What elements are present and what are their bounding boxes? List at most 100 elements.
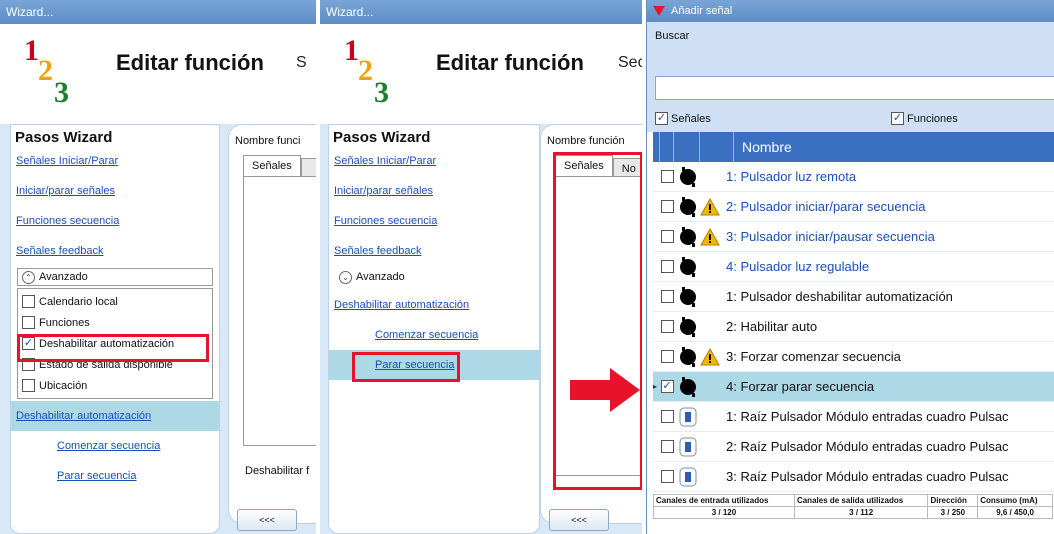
checkbox[interactable] xyxy=(660,230,674,243)
stat-header: Consumo (mA) xyxy=(977,494,1053,507)
step-link-start-sequence[interactable]: Comenzar secuencia xyxy=(329,320,539,350)
search-input[interactable] xyxy=(655,76,1054,100)
table-row[interactable]: 1: Raíz Pulsador Módulo entradas cuadro … xyxy=(653,402,1054,432)
checkbox[interactable] xyxy=(660,320,674,333)
signals-list xyxy=(243,176,316,446)
table-row[interactable]: 3: Pulsador iniciar/pausar secuencia xyxy=(653,222,1054,252)
page-title: Editar función xyxy=(116,50,264,75)
checkbox-checked[interactable]: ✓ xyxy=(660,380,674,393)
row-checkbox-cell[interactable] xyxy=(660,470,674,483)
back-button[interactable]: <<< xyxy=(549,509,609,531)
filter-label: Funciones xyxy=(907,112,958,125)
advanced-toggle[interactable]: ⌃ Avanzado xyxy=(17,268,213,286)
table-row[interactable]: 4: Pulsador luz regulable xyxy=(653,252,1054,282)
back-button[interactable]: <<< xyxy=(237,509,297,531)
step-link-start-stop-signals[interactable]: Señales Iniciar/Parar xyxy=(329,146,539,176)
table-row[interactable]: 1: Pulsador deshabilitar automatización xyxy=(653,282,1054,312)
stat-value: 3 / 120 xyxy=(653,506,795,519)
warning-placeholder xyxy=(700,407,720,427)
row-checkbox-cell[interactable] xyxy=(660,260,674,273)
warning-icon xyxy=(700,227,720,245)
row-checkbox-cell[interactable] xyxy=(660,320,674,333)
header-cut-text: Sec xyxy=(618,54,642,71)
row-checkbox-cell[interactable] xyxy=(660,440,674,453)
column-name-header[interactable]: Nombre xyxy=(734,132,792,162)
checkbox[interactable] xyxy=(660,410,674,423)
checkbox[interactable] xyxy=(660,260,674,273)
footer-text: Deshabilitar f xyxy=(245,465,310,477)
step-link-feedback-signals[interactable]: Señales feedback xyxy=(11,236,219,266)
option-disable-automation[interactable]: ✓ Deshabilitar automatización xyxy=(18,333,212,354)
step-link-stop-sequence[interactable]: Parar secuencia xyxy=(11,461,219,491)
table-row[interactable]: 1: Pulsador luz remota xyxy=(653,162,1054,192)
advanced-toggle[interactable]: ⌄ Avanzado xyxy=(335,268,533,286)
pushbutton-icon xyxy=(680,346,696,367)
steps-title: Pasos Wizard xyxy=(15,129,113,146)
advanced-label: Avanzado xyxy=(39,271,88,283)
checkbox[interactable] xyxy=(22,358,35,371)
checkbox[interactable] xyxy=(660,200,674,213)
checkbox[interactable] xyxy=(660,440,674,453)
step-link-start-stop-signals[interactable]: Señales Iniciar/Parar xyxy=(11,146,219,176)
function-name-label: Nombre funci xyxy=(235,135,301,147)
table-row[interactable]: 2: Habilitar auto xyxy=(653,312,1054,342)
table-row[interactable]: ▸ ✓ 4: Forzar parar secuencia xyxy=(653,372,1054,402)
option-label: Estado de salida disponible xyxy=(39,358,173,371)
down-triangle-icon xyxy=(653,6,665,16)
page-title: Editar función xyxy=(436,50,584,75)
filter-signals[interactable]: ✓ Señales xyxy=(655,112,711,125)
warning-icon xyxy=(700,197,720,215)
option-location[interactable]: Ubicación xyxy=(18,375,212,396)
checkbox-checked[interactable]: ✓ xyxy=(891,112,904,125)
step-link-sequence-functions[interactable]: Funciones secuencia xyxy=(11,206,219,236)
step-link-sequence-functions[interactable]: Funciones secuencia xyxy=(329,206,539,236)
wizard-logo: 1 2 3 xyxy=(334,34,404,114)
row-checkbox-cell[interactable] xyxy=(660,410,674,423)
wizard-window-2: Wizard... 1 2 3 Editar función Sec Pasos… xyxy=(320,0,642,534)
step-link-stop-sequence[interactable]: Parar secuencia xyxy=(329,350,539,380)
checkbox[interactable] xyxy=(660,350,674,363)
table-row[interactable]: 3: Raíz Pulsador Módulo entradas cuadro … xyxy=(653,462,1054,492)
tab-next[interactable] xyxy=(300,158,316,177)
warning-placeholder xyxy=(700,257,720,277)
tab-signals[interactable]: Señales xyxy=(555,155,613,177)
warning-placeholder xyxy=(700,167,720,187)
row-checkbox-cell[interactable]: ✓ xyxy=(660,380,674,393)
window-title: Wizard... xyxy=(0,0,316,24)
tab-signals[interactable]: Señales xyxy=(243,155,301,177)
stat-header: Dirección xyxy=(927,494,979,507)
step-link-disable-automation[interactable]: Deshabilitar automatización xyxy=(11,401,219,431)
table-row[interactable]: 3: Forzar comenzar secuencia xyxy=(653,342,1054,372)
option-local-calendar[interactable]: Calendario local xyxy=(18,291,212,312)
warning-placeholder xyxy=(700,437,720,457)
option-output-status[interactable]: Estado de salida disponible xyxy=(18,354,212,375)
table-row[interactable]: 2: Raíz Pulsador Módulo entradas cuadro … xyxy=(653,432,1054,462)
checkbox[interactable] xyxy=(22,379,35,392)
checkbox[interactable] xyxy=(22,316,35,329)
checkbox[interactable] xyxy=(660,290,674,303)
row-checkbox-cell[interactable] xyxy=(660,350,674,363)
step-link-feedback-signals[interactable]: Señales feedback xyxy=(329,236,539,266)
search-label: Buscar xyxy=(655,30,690,42)
step-link-disable-automation[interactable]: Deshabilitar automatización xyxy=(329,290,539,320)
row-checkbox-cell[interactable] xyxy=(660,200,674,213)
option-label: Funciones xyxy=(39,316,90,329)
warning-placeholder xyxy=(700,287,720,307)
row-checkbox-cell[interactable] xyxy=(660,230,674,243)
step-link-start-sequence[interactable]: Comenzar secuencia xyxy=(11,431,219,461)
row-checkbox-cell[interactable] xyxy=(660,170,674,183)
table-row[interactable]: 2: Pulsador iniciar/parar secuencia xyxy=(653,192,1054,222)
checkbox[interactable] xyxy=(660,470,674,483)
checkbox[interactable] xyxy=(22,295,35,308)
row-checkbox-cell[interactable] xyxy=(660,290,674,303)
tab-next[interactable]: No xyxy=(612,158,642,177)
filter-functions[interactable]: ✓ Funciones xyxy=(891,112,958,125)
checkbox[interactable] xyxy=(660,170,674,183)
function-name-label: Nombre función xyxy=(547,135,625,147)
step-link-start-stop[interactable]: Iniciar/parar señales xyxy=(11,176,219,206)
checkbox-checked[interactable]: ✓ xyxy=(655,112,668,125)
signal-name: 2: Pulsador iniciar/parar secuencia xyxy=(726,199,926,214)
option-functions[interactable]: Funciones xyxy=(18,312,212,333)
step-link-start-stop[interactable]: Iniciar/parar señales xyxy=(329,176,539,206)
checkbox-checked[interactable]: ✓ xyxy=(22,337,35,350)
